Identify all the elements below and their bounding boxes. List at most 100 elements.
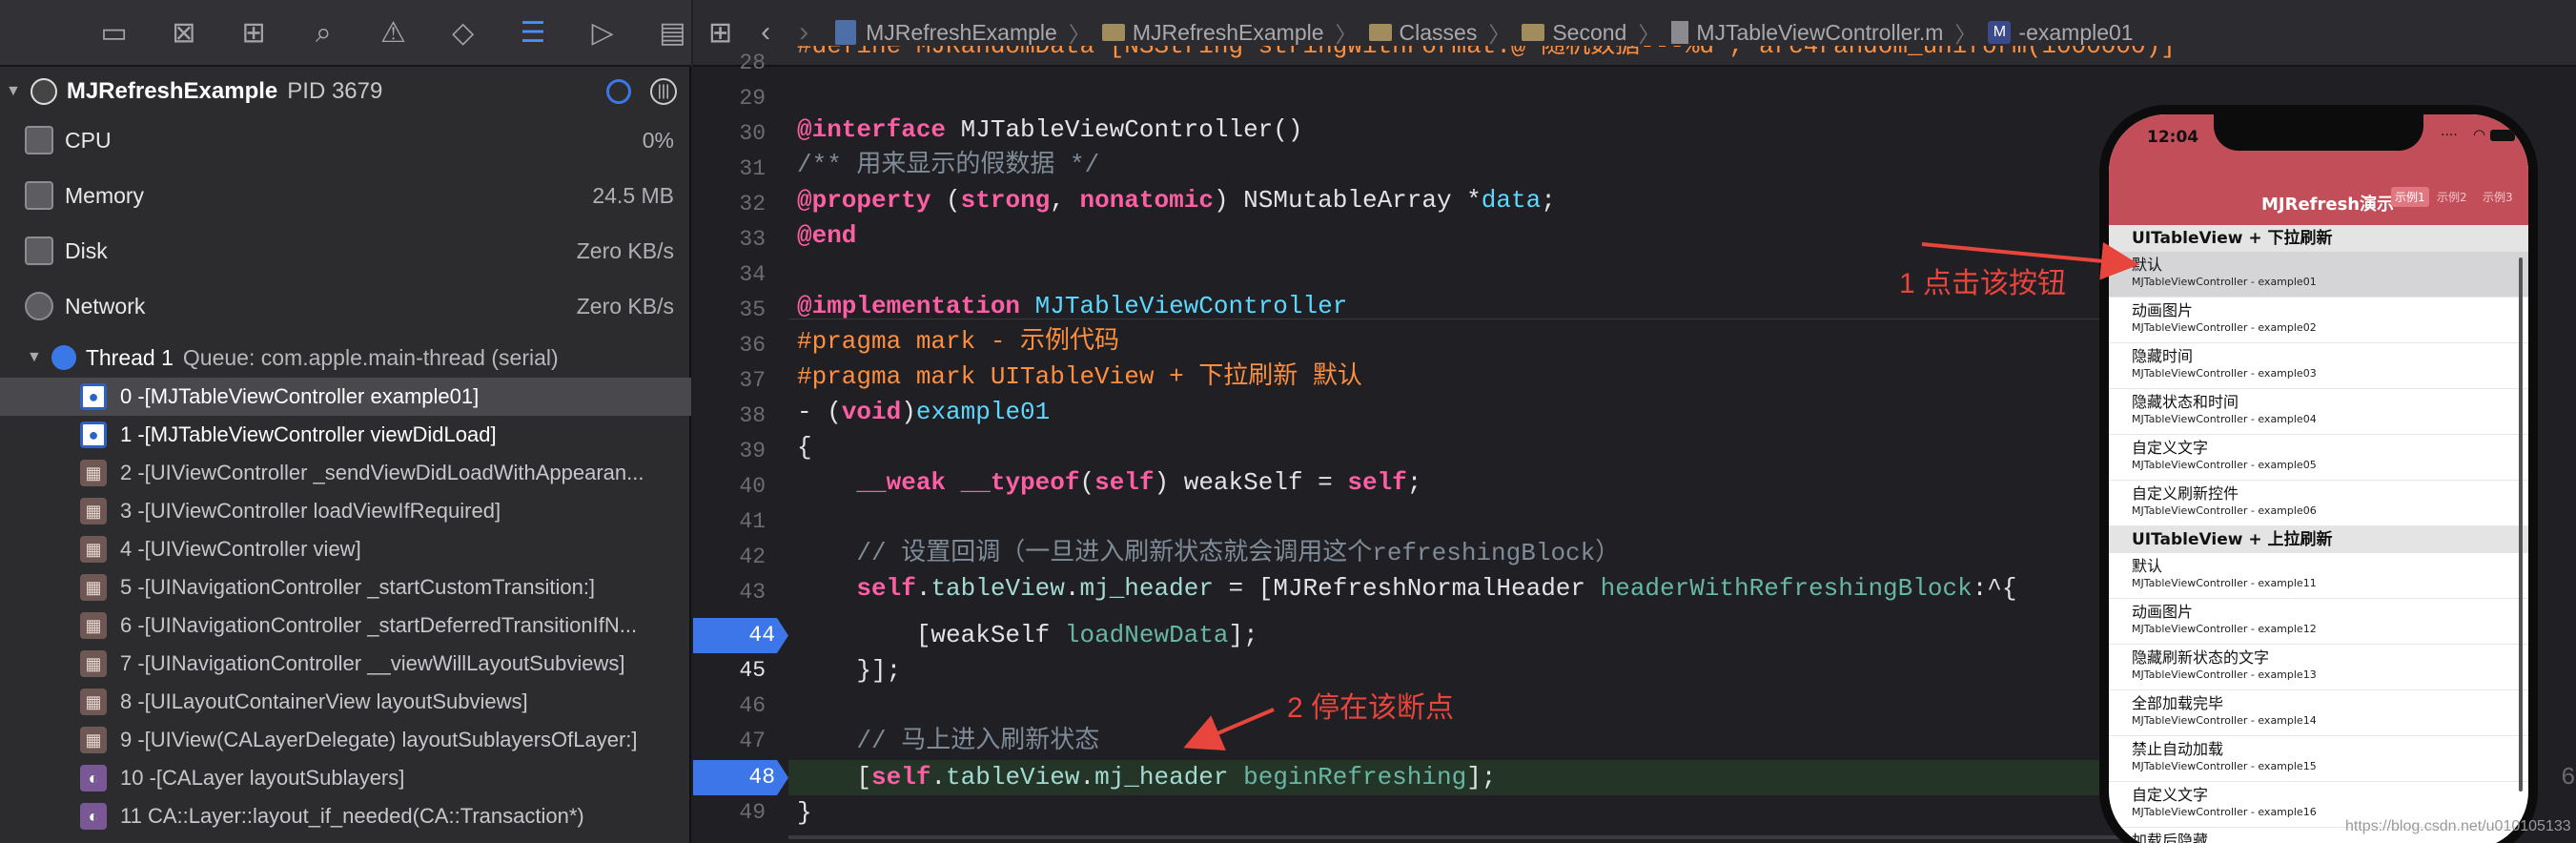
line-number: 45 — [739, 658, 766, 683]
list-item[interactable]: 隐藏时间 MJTableViewController - example03 — [2109, 343, 2528, 389]
stack-frame[interactable]: ▦ 2 -[UIViewController _sendViewDidLoadWi… — [0, 454, 691, 492]
list-item[interactable]: 默认 MJTableViewController - example01 — [2109, 252, 2528, 298]
code-line[interactable]: @interface MJTableViewController() — [797, 113, 1303, 148]
folder-icon[interactable]: ▭ — [95, 13, 133, 51]
frame-label: 0 -[MJTableViewController example01] — [120, 384, 480, 408]
frame-label: 9 -[UIView(CALayerDelegate) layoutSublay… — [120, 728, 638, 751]
list-item[interactable]: 隐藏状态和时间 MJTableViewController - example04 — [2109, 389, 2528, 435]
code-line[interactable]: #pragma mark - 示例代码 — [797, 324, 1119, 360]
stack-frame[interactable]: ▦ 8 -[UILayoutContainerView layoutSubview… — [0, 683, 691, 721]
forward-arrow-icon[interactable]: › — [799, 16, 808, 49]
stack-frame[interactable]: ◐ 11 CA::Layer::layout_if_needed(CA::Tran… — [0, 797, 691, 835]
frame-label: 6 -[UINavigationController _startDeferre… — [120, 613, 638, 637]
list-item[interactable]: 默认 MJTableViewController - example11 — [2109, 553, 2528, 599]
thread-queue: Queue: com.apple.main-thread (serial) — [182, 344, 559, 370]
line-number: 33 — [739, 227, 766, 252]
breadcrumb-item[interactable]: MJRefreshExample — [1133, 20, 1324, 46]
stack-frame[interactable]: ▦ 7 -[UINavigationController __viewWillLa… — [0, 645, 691, 683]
breadcrumb-item[interactable]: Second — [1552, 20, 1626, 46]
gauge-label: Memory — [65, 182, 145, 208]
stack-frame[interactable]: ▦ 6 -[UINavigationController _startDeferr… — [0, 607, 691, 645]
device-notch — [2214, 114, 2423, 151]
code-line[interactable]: @property (strong, nonatomic) NSMutableA… — [797, 183, 1556, 218]
line-number: 39 — [739, 439, 766, 463]
list-item[interactable]: 全部加载完毕 MJTableViewController - example14 — [2109, 690, 2528, 736]
user-frame-icon: ● — [80, 383, 107, 410]
stack-frame[interactable]: ◐ 10 -[CALayer layoutSublayers] — [0, 759, 691, 797]
code-line[interactable]: #define MJRandomData [NSString stringWit… — [797, 46, 2176, 67]
disk-gauge[interactable]: Disk Zero KB/s — [0, 223, 691, 278]
stack-frame[interactable]: ▦ 4 -[UIViewController view] — [0, 530, 691, 568]
test-icon[interactable]: ◇ — [444, 13, 481, 51]
thread-icon — [51, 345, 76, 370]
threads-icon[interactable]: ||| — [650, 78, 677, 105]
code-line[interactable]: }]; — [797, 653, 901, 689]
source-control-icon[interactable]: ⊠ — [165, 13, 202, 51]
line-number: 30 — [739, 121, 766, 146]
list-item[interactable]: 自定义刷新控件 MJTableViewController - example06 — [2109, 481, 2528, 526]
stack-frame[interactable]: ● 1 -[MJTableViewController viewDidLoad] — [0, 416, 691, 454]
breadcrumb-item[interactable]: -example01 — [2018, 20, 2133, 46]
search-icon[interactable]: ⌕ — [305, 13, 342, 51]
code-line[interactable]: @end — [797, 218, 856, 254]
code-line[interactable]: /** 用来显示的假数据 */ — [797, 148, 1099, 183]
stack-frame[interactable]: ▦ 9 -[UIView(CALayerDelegate) layoutSubla… — [0, 721, 691, 759]
list-item[interactable]: 隐藏刷新状态的文字 MJTableViewController - example… — [2109, 645, 2528, 690]
breadcrumb-item[interactable]: MJTableViewController.m — [1696, 20, 1943, 46]
list-item[interactable]: 禁止自动加载 MJTableViewController - example15 — [2109, 736, 2528, 782]
code-line[interactable]: [weakSelf loadNewData]; — [797, 618, 1258, 653]
gauge-icon[interactable] — [606, 79, 631, 104]
frame-label: 3 -[UIViewController loadViewIfRequired] — [120, 499, 501, 523]
process-row[interactable]: ▼ MJRefreshExample PID 3679 ||| — [0, 67, 691, 116]
app-icon — [30, 78, 57, 105]
hierarchy-icon[interactable]: ⊞ — [235, 13, 272, 51]
cpu-gauge[interactable]: CPU 0% — [0, 113, 691, 168]
code-line[interactable]: #pragma mark UITableView + 下拉刷新 默认 — [797, 360, 1362, 395]
frame-label: 8 -[UILayoutContainerView layoutSubviews… — [120, 689, 528, 713]
disclosure-triangle-icon[interactable]: ▼ — [27, 349, 42, 366]
breakpoint-marker[interactable]: 44 — [693, 618, 788, 653]
network-gauge[interactable]: Network Zero KB/s — [0, 278, 691, 334]
thread-row[interactable]: ▼ Thread 1 Queue: com.apple.main-thread … — [0, 339, 691, 377]
gauge-value: Zero KB/s — [576, 237, 674, 263]
gauge-label: Disk — [65, 237, 108, 263]
line-number: 37 — [739, 368, 766, 393]
code-line[interactable]: // 马上进入刷新状态 — [797, 724, 1099, 759]
stack-frame[interactable]: ▦ 5 -[UINavigationController _startCustom… — [0, 568, 691, 607]
frame-label: 5 -[UINavigationController _startCustomT… — [120, 575, 596, 599]
breadcrumb-item[interactable]: MJRefreshExample — [866, 20, 1057, 46]
breadcrumb-item[interactable]: Classes — [1400, 20, 1478, 46]
status-time: 12:04 — [2147, 128, 2199, 147]
report-icon[interactable]: ▤ — [654, 13, 691, 51]
list-item[interactable]: 动画图片 MJTableViewController - example02 — [2109, 298, 2528, 343]
segment-2[interactable]: 示例2 — [2437, 189, 2467, 205]
stack-frame[interactable]: ▦ 3 -[UIViewController loadViewIfRequired… — [0, 492, 691, 530]
back-arrow-icon[interactable]: ‹ — [761, 16, 770, 49]
code-line[interactable]: - (void)example01 — [797, 395, 1050, 430]
debug-navigator: ▭ ⊠ ⊞ ⌕ ⚠ ◇ ☰ ▷ ▤ ▼ MJRefreshExample PID… — [0, 0, 691, 843]
breadcrumb: MJRefreshExample 〉 MJRefreshExample 〉 Cl… — [835, 16, 2134, 49]
memory-gauge[interactable]: Memory 24.5 MB — [0, 168, 691, 223]
segment-3[interactable]: 示例3 — [2483, 189, 2513, 205]
disclosure-triangle-icon[interactable]: ▼ — [6, 83, 21, 100]
method-icon: M — [1988, 21, 2012, 44]
file-icon — [1671, 21, 1689, 44]
warning-icon[interactable]: ⚠ — [375, 13, 412, 51]
segment-1[interactable]: 示例1 — [2391, 187, 2429, 207]
frame-label: 11 CA::Layer::layout_if_needed(CA::Trans… — [120, 804, 584, 828]
debug-icon[interactable]: ☰ — [514, 13, 551, 51]
code-line[interactable]: [self.tableView.mj_header beginRefreshin… — [797, 760, 1496, 795]
list-item[interactable]: 自定义文字 MJTableViewController - example05 — [2109, 435, 2528, 481]
code-line[interactable]: } — [797, 795, 812, 831]
code-line[interactable]: { — [797, 430, 812, 465]
code-line[interactable]: self.tableView.mj_header = [MJRefreshNor… — [797, 571, 2016, 607]
wifi-icon: ◠ — [2473, 126, 2486, 143]
scrollbar[interactable] — [2519, 257, 2523, 792]
breakpoint-marker[interactable]: 48 — [693, 760, 788, 795]
stack-frame[interactable]: ● 0 -[MJTableViewController example01] — [0, 378, 691, 416]
list-item[interactable]: 动画图片 MJTableViewController - example12 — [2109, 599, 2528, 645]
grid-icon[interactable]: ⊞ — [708, 16, 732, 50]
code-line[interactable]: __weak __typeof(self) weakSelf = self; — [797, 465, 1421, 501]
code-line[interactable]: // 设置回调（一旦进入刷新状态就会调用这个refreshingBlock） — [797, 536, 1620, 571]
breakpoint-icon[interactable]: ▷ — [584, 13, 622, 51]
